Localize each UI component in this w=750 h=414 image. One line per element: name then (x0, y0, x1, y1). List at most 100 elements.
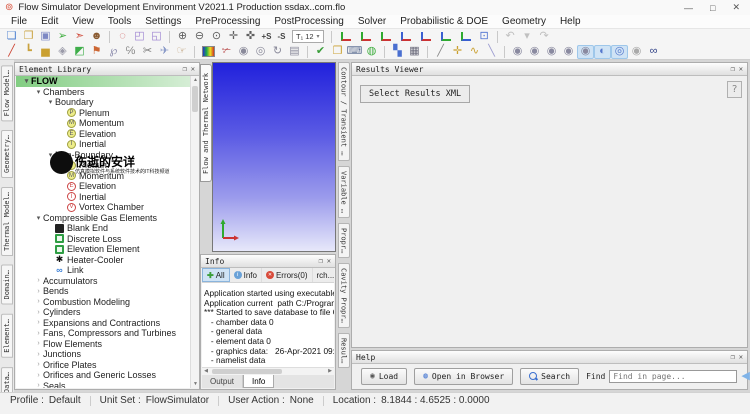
tree-item-seals[interactable]: ›Seals (16, 381, 198, 389)
minimize-button[interactable]: — (684, 3, 693, 13)
maximize-button[interactable]: □ (710, 3, 715, 13)
pick-tool-icon[interactable]: ☞ (173, 45, 190, 59)
tree-item-compressible-gas-elements[interactable]: ▾Compressible Gas Elements (16, 213, 198, 224)
float-icon[interactable]: ❐ (731, 65, 735, 73)
spring-icon[interactable]: ℘ (105, 45, 122, 59)
export-model-icon[interactable]: ➣ (71, 30, 88, 44)
tree-item-cylinders[interactable]: ›Cylinders (16, 307, 198, 318)
dock-tab-thermal-model[interactable]: Thermal Model… (1, 187, 13, 256)
tree-item-momentum[interactable]: MMomentum (16, 171, 198, 182)
menu-edit[interactable]: Edit (34, 16, 65, 27)
float-icon[interactable]: ❐ (183, 65, 187, 73)
aero-element-icon[interactable]: ✈ (156, 45, 173, 59)
find-input[interactable] (609, 370, 737, 383)
ungroup-select-icon[interactable]: ◱ (148, 30, 165, 44)
draw-pipe-icon[interactable]: ╱ (3, 45, 20, 59)
tree-item-heater-cooler[interactable]: ✱Heater-Cooler (16, 255, 198, 266)
scrollbar-thumb[interactable] (212, 369, 282, 374)
cube-3d-icon[interactable]: ◈ (54, 45, 71, 59)
plot-cut-icon[interactable]: ✃ (218, 45, 235, 59)
view-xz-icon[interactable] (381, 32, 391, 41)
font-size-select[interactable]: T₁ 12▾ (292, 30, 324, 43)
menu-probabilistic-doe[interactable]: Probabilistic & DOE (393, 16, 495, 27)
tree-scrollbar[interactable]: ▲ ▼ (190, 76, 199, 388)
view-toggle-5-icon[interactable]: ◉ (577, 45, 594, 59)
bottom-tab-info[interactable]: Info (243, 375, 274, 388)
menu-solver[interactable]: Solver (351, 16, 393, 27)
find-previous-button[interactable]: ◀ (741, 371, 749, 382)
collapsed-arrow-icon[interactable]: › (34, 330, 43, 337)
float-icon[interactable]: ❐ (319, 257, 323, 265)
select-region-icon[interactable]: ◌ (114, 30, 131, 44)
info-horizontal-scrollbar[interactable]: ◀ ▶ (202, 367, 334, 375)
show-results-icon[interactable]: ◉ (235, 45, 252, 59)
info-tab-all[interactable]: ✚All (202, 268, 230, 282)
new-model-icon[interactable]: ❏ (3, 30, 20, 44)
collapsed-arrow-icon[interactable]: › (34, 340, 43, 347)
tree-item-plenum[interactable]: PPlenum (16, 108, 198, 119)
tree-item-elevation[interactable]: EElevation (16, 129, 198, 140)
close-icon[interactable]: ✕ (327, 257, 331, 265)
run-solver-icon[interactable]: ◍ (363, 45, 380, 59)
scroll-down-icon[interactable]: ▼ (191, 380, 200, 388)
report-page-icon[interactable]: ❒ (329, 45, 346, 59)
float-icon[interactable]: ❐ (731, 353, 735, 361)
contour-colorbar-icon[interactable] (202, 46, 215, 57)
viewport-tab-flow-thermal-network[interactable]: Flow and Thermal Network (200, 64, 212, 182)
print-icon[interactable]: ▤ (286, 45, 303, 59)
view-toggle-1-icon[interactable]: ◉ (509, 45, 526, 59)
expanded-arrow-icon[interactable]: ▾ (46, 151, 55, 159)
info-tab-info[interactable]: iInfo (230, 268, 262, 282)
gauge-icon[interactable]: ⚑ (88, 45, 105, 59)
collapsed-arrow-icon[interactable]: › (34, 309, 43, 316)
menu-tools[interactable]: Tools (101, 16, 138, 27)
chart-bars-icon[interactable]: ▅ (37, 45, 54, 59)
tree-item-elevation-element[interactable]: Elevation Element (16, 244, 198, 255)
view-toggle-3-icon[interactable]: ◉ (543, 45, 560, 59)
open-in-browser-button[interactable]: ◍Open in Browser (414, 368, 513, 385)
cut-tool-icon[interactable]: ✂ (139, 45, 156, 59)
pan-icon[interactable]: ✛ (225, 30, 242, 44)
collapsed-arrow-icon[interactable]: › (34, 298, 43, 305)
curve-probe-icon[interactable]: ∿ (466, 45, 483, 59)
tree-item-non-boundary[interactable]: ▾Non-Boundary (16, 150, 198, 161)
close-icon[interactable]: ✕ (191, 65, 195, 73)
monitor-view-icon[interactable]: ⊡ (476, 30, 493, 44)
tree-item-orifice-plates[interactable]: ›Orifice Plates (16, 360, 198, 371)
magnify-toggle-icon[interactable]: ◎ (611, 45, 628, 59)
expanded-arrow-icon[interactable]: ▾ (46, 98, 55, 106)
view-yz-icon[interactable] (421, 32, 431, 41)
load-button[interactable]: ◉Load (361, 368, 407, 385)
dock-tab-element[interactable]: Element… (1, 314, 13, 358)
zoom-window-icon[interactable]: ⊙ (208, 30, 225, 44)
scroll-up-icon[interactable]: ▲ (191, 76, 200, 84)
close-icon[interactable]: ✕ (739, 353, 743, 361)
view-zx-icon[interactable] (401, 32, 411, 41)
menu-geometry[interactable]: Geometry (495, 16, 553, 27)
draw-corner-icon[interactable]: ┗ (20, 45, 37, 59)
scale-down-button[interactable]: -S (274, 32, 289, 41)
close-button[interactable]: ✕ (732, 2, 740, 13)
tree-item-expansions-and-contractions[interactable]: ›Expansions and Contractions (16, 318, 198, 329)
collapsed-arrow-icon[interactable]: › (34, 319, 43, 326)
dock-tab-domain[interactable]: Domain… (1, 265, 13, 305)
menu-help[interactable]: Help (553, 16, 588, 27)
tree-item-plenum[interactable]: PPlenum (16, 160, 198, 171)
line-probe-icon[interactable]: ╱ (432, 45, 449, 59)
dock-tab-contour-transient[interactable]: Contour / Transient … (338, 62, 350, 161)
tree-item-junctions[interactable]: ›Junctions (16, 349, 198, 360)
line-probe-2-icon[interactable]: ╲ (483, 45, 500, 59)
table-results-icon[interactable]: ▦ (406, 45, 423, 59)
scroll-left-icon[interactable]: ◀ (202, 368, 210, 375)
tree-item-link[interactable]: ∞Link (16, 265, 198, 276)
tree-item-orifices-and-generic-losses[interactable]: ›Orifices and Generic Losses (16, 370, 198, 381)
results-help-button[interactable]: ? (727, 81, 742, 98)
menu-file[interactable]: File (4, 16, 34, 27)
tree-item-bends[interactable]: ›Bends (16, 286, 198, 297)
view-zy-icon[interactable] (441, 32, 451, 41)
tree-item-blank-end[interactable]: Blank End (16, 223, 198, 234)
collapsed-arrow-icon[interactable]: › (34, 351, 43, 358)
expanded-arrow-icon[interactable]: ▾ (22, 77, 31, 85)
expanded-arrow-icon[interactable]: ▾ (34, 214, 43, 222)
view-toggle-2-icon[interactable]: ◉ (526, 45, 543, 59)
